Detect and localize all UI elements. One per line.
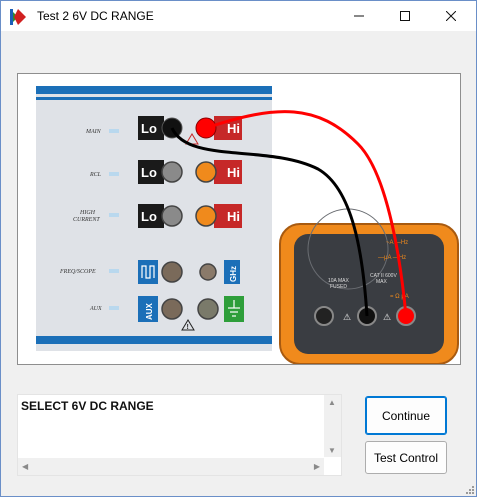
vertical-scrollbar[interactable]: ▲ ▼: [324, 395, 341, 457]
row-label-main: MAIN: [85, 129, 102, 135]
instruction-text: SELECT 6V DC RANGE: [21, 399, 154, 413]
aux-label: AUX: [145, 302, 154, 320]
high-current-lo-label: Lo: [141, 209, 157, 224]
rcl-lo-label: Lo: [141, 165, 157, 180]
resize-grip-icon[interactable]: [464, 484, 474, 494]
title-bar[interactable]: Test 2 6V DC RANGE: [1, 1, 476, 31]
meter-warning-icon-1: ⚠: [343, 312, 351, 322]
rcl-hi-label: Hi: [227, 165, 240, 180]
scroll-right-icon[interactable]: ▶: [314, 462, 320, 471]
cat-label-2: MAX: [376, 279, 388, 285]
window-title: Test 2 6V DC RANGE: [37, 9, 154, 23]
ground-terminal: [197, 298, 219, 320]
close-icon: [446, 11, 456, 21]
rcl-hi-terminal: [195, 161, 217, 183]
connection-diagram: MAIN RCL HIGH CURRENT FREQ/SCOPE AUX Lo …: [17, 73, 461, 365]
aux-warning-mark: !: [187, 324, 189, 331]
scope-plate: [138, 260, 158, 284]
high-current-hi-label: Hi: [227, 209, 240, 224]
fused-label-2: FUSED: [330, 284, 347, 290]
minimize-button[interactable]: [336, 1, 382, 31]
led-rcl: [109, 172, 119, 176]
close-button[interactable]: [428, 1, 474, 31]
multimeter-face: [294, 234, 444, 354]
led-high-current: [109, 213, 119, 217]
panel-top-stripe: [36, 86, 272, 94]
scope-terminal: [161, 261, 183, 283]
scroll-left-icon[interactable]: ◀: [22, 462, 28, 471]
main-hi-label: Hi: [227, 121, 240, 136]
meter-warning-icon-2: ⚠: [383, 312, 391, 322]
ground-plate: [224, 296, 244, 322]
row-label-rcl: RCL: [89, 172, 102, 178]
aux-terminal: [161, 298, 183, 320]
meter-amp-jack: [314, 306, 334, 326]
wiring-illustration: MAIN RCL HIGH CURRENT FREQ/SCOPE AUX Lo …: [36, 86, 459, 365]
scroll-down-icon[interactable]: ▼: [328, 446, 336, 455]
maximize-icon: [400, 11, 410, 21]
svg-text:—μA —Hz: —μA —Hz: [378, 255, 406, 261]
minimize-icon: [354, 15, 364, 17]
main-lo-label: Lo: [141, 121, 157, 136]
led-freq-scope: [109, 269, 119, 273]
high-current-lo-terminal: [161, 205, 183, 227]
scroll-up-icon[interactable]: ▲: [328, 398, 336, 407]
panel-top-stripe-thin: [36, 97, 272, 100]
horizontal-scrollbar[interactable]: ◀ ▶: [18, 458, 324, 475]
ghz-label: GHz: [229, 266, 238, 282]
row-label-aux: AUX: [89, 306, 102, 312]
led-aux: [109, 306, 119, 310]
app-icon: [10, 9, 26, 25]
dialog-window: Test 2 6V DC RANGE MAIN RCL HIGH CURRENT…: [0, 0, 477, 497]
instruction-textbox[interactable]: SELECT 6V DC RANGE ▲ ▼ ◀ ▶: [17, 394, 342, 476]
panel-bottom-stripe: [36, 336, 272, 344]
high-current-hi-terminal: [195, 205, 217, 227]
row-label-current: CURRENT: [73, 217, 100, 223]
row-label-high: HIGH: [79, 210, 96, 216]
maximize-button[interactable]: [382, 1, 428, 31]
test-control-button[interactable]: Test Control: [365, 441, 447, 474]
continue-button[interactable]: Continue: [365, 396, 447, 435]
ghz-terminal: [199, 263, 217, 281]
led-main: [109, 129, 119, 133]
rcl-lo-terminal: [161, 161, 183, 183]
svg-text:= Ω μA: = Ω μA: [390, 294, 409, 300]
row-label-freq-scope: FREQ/SCOPE: [59, 269, 96, 275]
